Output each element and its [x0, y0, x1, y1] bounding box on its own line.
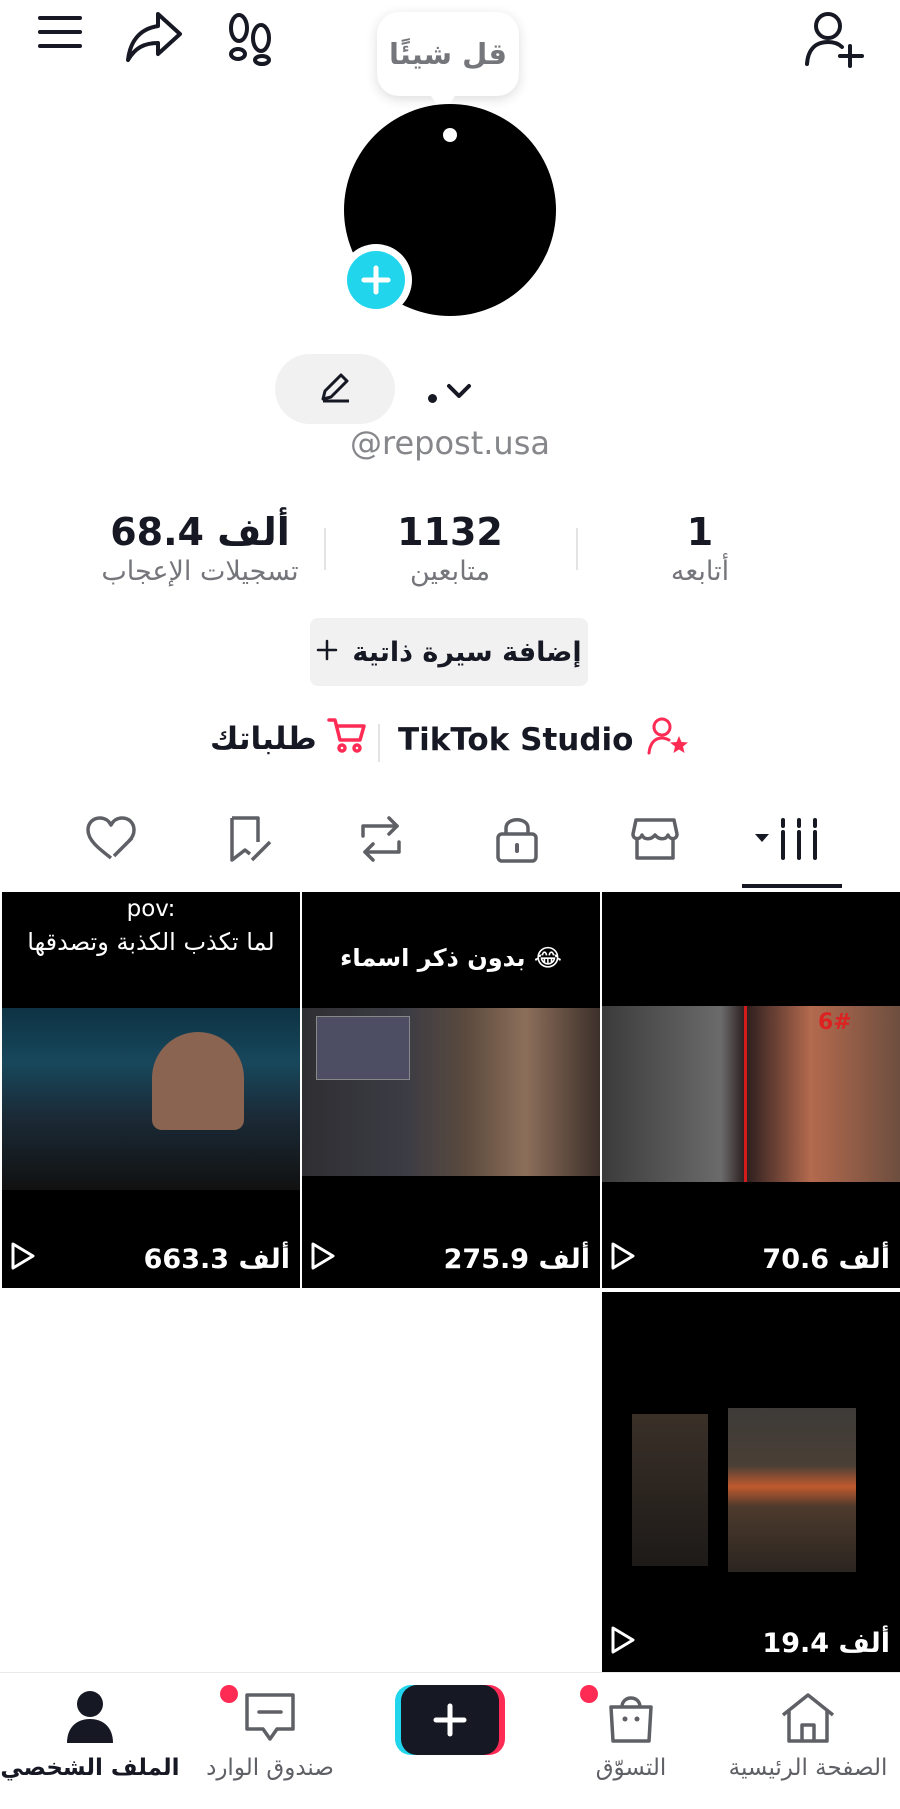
nav-home-label: الصفحة الرئيسية [728, 1755, 888, 1781]
thumbnail-image [2, 1008, 300, 1190]
notification-dot [580, 1685, 598, 1703]
add-bio-label: إضافة سيرة ذاتية [352, 636, 582, 668]
share-icon[interactable] [124, 8, 186, 66]
following-stat[interactable]: 1 أتابعه [620, 510, 780, 590]
profile-icon [65, 1689, 115, 1749]
video-overlay-tag: 6# [818, 1010, 852, 1035]
chevron-down-icon[interactable] [444, 376, 474, 406]
add-bio-button[interactable]: إضافة سيرة ذاتية [310, 618, 588, 686]
nav-shop-label: التسوّق [595, 1755, 667, 1781]
video-thumbnail[interactable]: بدون ذكر اسماء 😂 275.9 ألف [302, 892, 600, 1288]
display-name-dot [428, 394, 437, 403]
nav-home[interactable]: الصفحة الرئيسية [716, 1673, 900, 1809]
play-icon [610, 1241, 636, 1278]
tab-favorites[interactable] [214, 806, 284, 876]
followers-label: متابعين [409, 556, 491, 587]
tab-videos[interactable] [744, 806, 834, 876]
username: @repost.usa [350, 424, 550, 462]
video-caption: بدون ذكر اسماء 😂 [340, 944, 562, 972]
create-button[interactable] [392, 1673, 508, 1809]
thumbnail-divider [744, 1006, 747, 1182]
note-placeholder: قل شيئًا [377, 12, 519, 96]
note-indicator-dot [443, 128, 457, 142]
notification-dot [220, 1685, 238, 1703]
play-icon [10, 1241, 36, 1278]
following-label: أتابعه [670, 556, 730, 587]
cart-icon [326, 716, 367, 762]
following-count: 1 [686, 510, 714, 554]
tab-active-indicator [742, 884, 842, 888]
orders-label: طلباتك [210, 721, 317, 757]
nav-inbox[interactable]: صندوق الوارد [190, 1673, 350, 1809]
nav-profile[interactable]: الملف الشخصي [0, 1673, 180, 1809]
play-icon [610, 1625, 636, 1662]
video-thumbnail[interactable]: pov: لما تكذب الكذبة وتصدقها 663.3 ألف [2, 892, 300, 1288]
view-count: 275.9 ألف [443, 1244, 590, 1275]
tab-liked[interactable] [76, 806, 146, 876]
note-bubble[interactable]: قل شيئًا [377, 12, 519, 114]
plus-icon [316, 637, 338, 668]
nav-profile-label: الملف الشخصي [0, 1755, 180, 1781]
nav-inbox-label: صندوق الوارد [206, 1755, 334, 1781]
shopping-bag-icon [605, 1691, 657, 1749]
thumbnail-landscape-image [728, 1408, 856, 1572]
footprints-icon[interactable] [222, 10, 278, 66]
shop-icon [630, 816, 680, 866]
followers-count: 1132 [397, 510, 503, 554]
add-avatar-button[interactable] [340, 244, 412, 316]
edit-profile-button[interactable] [275, 354, 395, 424]
lock-icon [494, 814, 540, 868]
video-thumbnail[interactable]: 6# 70.6 ألف [602, 892, 900, 1288]
home-icon [779, 1691, 837, 1749]
liked-icon [84, 814, 138, 868]
thumbnail-person [152, 1032, 244, 1130]
plus-icon [347, 251, 405, 309]
thumbnail-image [602, 1006, 900, 1182]
likes-count: 68.4 ألف [110, 510, 290, 554]
view-count: 663.3 ألف [143, 1244, 290, 1275]
view-count: 19.4 ألف [762, 1628, 890, 1659]
orders-link[interactable]: طلباتك [210, 716, 367, 762]
tab-shop[interactable] [620, 806, 690, 876]
tab-reposts[interactable] [346, 806, 416, 876]
likes-label: تسجيلات الإعجاب [101, 556, 299, 587]
links-divider [378, 724, 380, 762]
video-caption-top: pov: [126, 896, 176, 922]
view-count: 70.6 ألف [762, 1244, 890, 1275]
play-icon [310, 1241, 336, 1278]
videos-grid-icon [749, 816, 829, 866]
stats-divider [324, 528, 326, 570]
creator-star-icon [647, 716, 689, 764]
video-caption: لما تكذب الكذبة وتصدقها [27, 928, 275, 956]
tab-private[interactable] [482, 806, 552, 876]
tiktok-studio-label: TikTok Studio [398, 722, 634, 758]
inbox-icon [243, 1691, 297, 1749]
tiktok-studio-link[interactable]: TikTok Studio [398, 716, 689, 764]
favorites-icon [224, 814, 274, 868]
video-thumbnail[interactable]: 19.4 ألف [602, 1292, 900, 1672]
bottom-nav: الصفحة الرئيسية التسوّق صندوق الوارد الم… [0, 1672, 900, 1809]
likes-stat[interactable]: 68.4 ألف تسجيلات الإعجاب [70, 510, 330, 590]
repost-icon [355, 814, 407, 868]
thumbnail-inset [316, 1016, 410, 1080]
pencil-icon [318, 370, 352, 408]
stats-divider [576, 528, 578, 570]
add-friend-icon[interactable] [804, 10, 866, 68]
thumbnail-person-image [632, 1414, 708, 1566]
followers-stat[interactable]: 1132 متابعين [350, 510, 550, 590]
menu-icon[interactable] [36, 12, 94, 60]
